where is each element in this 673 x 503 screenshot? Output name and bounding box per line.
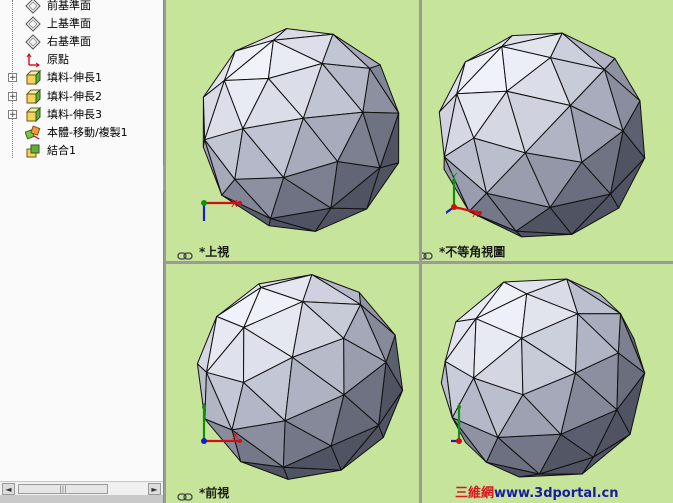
boss-extrude-icon (25, 88, 42, 105)
tree-item-label: 原點 (47, 53, 69, 66)
expand-toggle[interactable]: + (8, 110, 17, 120)
tree-item-label: 右基準面 (47, 35, 91, 48)
axis-x-label: X (232, 431, 239, 442)
axis-x-label: X (472, 209, 479, 220)
link-views-icon[interactable] (177, 246, 193, 260)
axis-origin (456, 438, 462, 444)
axis-x-head (238, 201, 242, 205)
tree-item-label: 本體-移動/複製1 (47, 126, 128, 139)
scroll-right-arrow[interactable]: ► (148, 483, 161, 495)
axis-origin (451, 204, 457, 210)
feature-manager-tree: 前基準面上基準面右基準面原點 + 填料-伸長1 + 填料-伸長2 + 填料-伸長3 本體-移動… (0, 0, 164, 503)
axis-triad: XYZ (446, 172, 482, 220)
origin-icon (25, 52, 41, 68)
tree-item[interactable]: 原點 (0, 51, 163, 69)
axis-origin (201, 200, 207, 206)
axis-origin (201, 438, 207, 444)
axis-x-label: X (231, 199, 238, 210)
tree-item[interactable]: + 填料-伸長2 (0, 88, 163, 106)
tree-item-label: 填料-伸長3 (47, 108, 102, 121)
scroll-thumb[interactable]: ||| (18, 484, 108, 494)
viewport-label: *前視 (199, 486, 230, 500)
watermark: 三維網www.3dportal.cn (455, 482, 619, 501)
tree-item-label: 上基準面 (47, 17, 91, 30)
viewport-label: *不等角視圖 (439, 245, 506, 259)
axis-y-label: Y (450, 172, 458, 183)
tree-item[interactable]: 前基準面 (0, 0, 163, 15)
tree-item-label: 填料-伸長2 (47, 90, 102, 103)
watermark-url: www.3dportal.cn (494, 486, 619, 501)
axis-triad: XZ (201, 199, 242, 221)
boss-extrude-icon (25, 106, 42, 123)
axis-triad: YZ (451, 403, 463, 444)
expand-toggle[interactable]: + (8, 92, 17, 102)
viewport-top[interactable]: XZ *上視 (166, 0, 419, 261)
tree-item[interactable]: + 填料-伸長1 (0, 69, 163, 87)
combine-icon (25, 143, 41, 159)
watermark-brand: 三維網 (455, 486, 495, 501)
viewport-label: *上視 (199, 245, 230, 259)
tree-item[interactable]: 本體-移動/複製1 (0, 124, 163, 142)
tree-item-label: 結合1 (47, 144, 76, 157)
tree-item[interactable]: 上基準面 (0, 15, 163, 33)
tree-item[interactable]: 右基準面 (0, 33, 163, 51)
viewport-isometric[interactable]: XYZ*不等角視圖 (422, 0, 673, 261)
link-views-icon[interactable] (422, 246, 433, 260)
expand-toggle[interactable]: + (8, 73, 17, 83)
viewport-right[interactable]: YZ (422, 264, 673, 503)
plane-icon (25, 16, 41, 32)
tree-item[interactable]: 結合1 (0, 142, 163, 160)
axis-y-label: Y (200, 403, 208, 409)
link-views-icon[interactable] (177, 487, 193, 501)
tree-item-label: 填料-伸長1 (47, 71, 102, 84)
move-copy-body-icon (24, 125, 41, 141)
plane-icon (25, 34, 41, 50)
plane-icon (25, 0, 41, 14)
tree-item-label: 前基準面 (47, 0, 91, 12)
axis-y-label: Y (455, 403, 463, 409)
graphics-area[interactable]: XZ*上視 XYZ*不等角視圖 XY*前視 YZ (164, 0, 673, 503)
boss-extrude-icon (25, 69, 42, 86)
tree-bottom-tabs[interactable] (0, 495, 163, 503)
tree-horizontal-scrollbar[interactable]: ◄ ||| ► (0, 481, 163, 496)
scroll-left-arrow[interactable]: ◄ (2, 483, 15, 495)
viewport-front[interactable]: X Y *前視 (166, 264, 419, 503)
axis-triad: XY (200, 403, 242, 444)
tree-item[interactable]: + 填料-伸長3 (0, 106, 163, 124)
